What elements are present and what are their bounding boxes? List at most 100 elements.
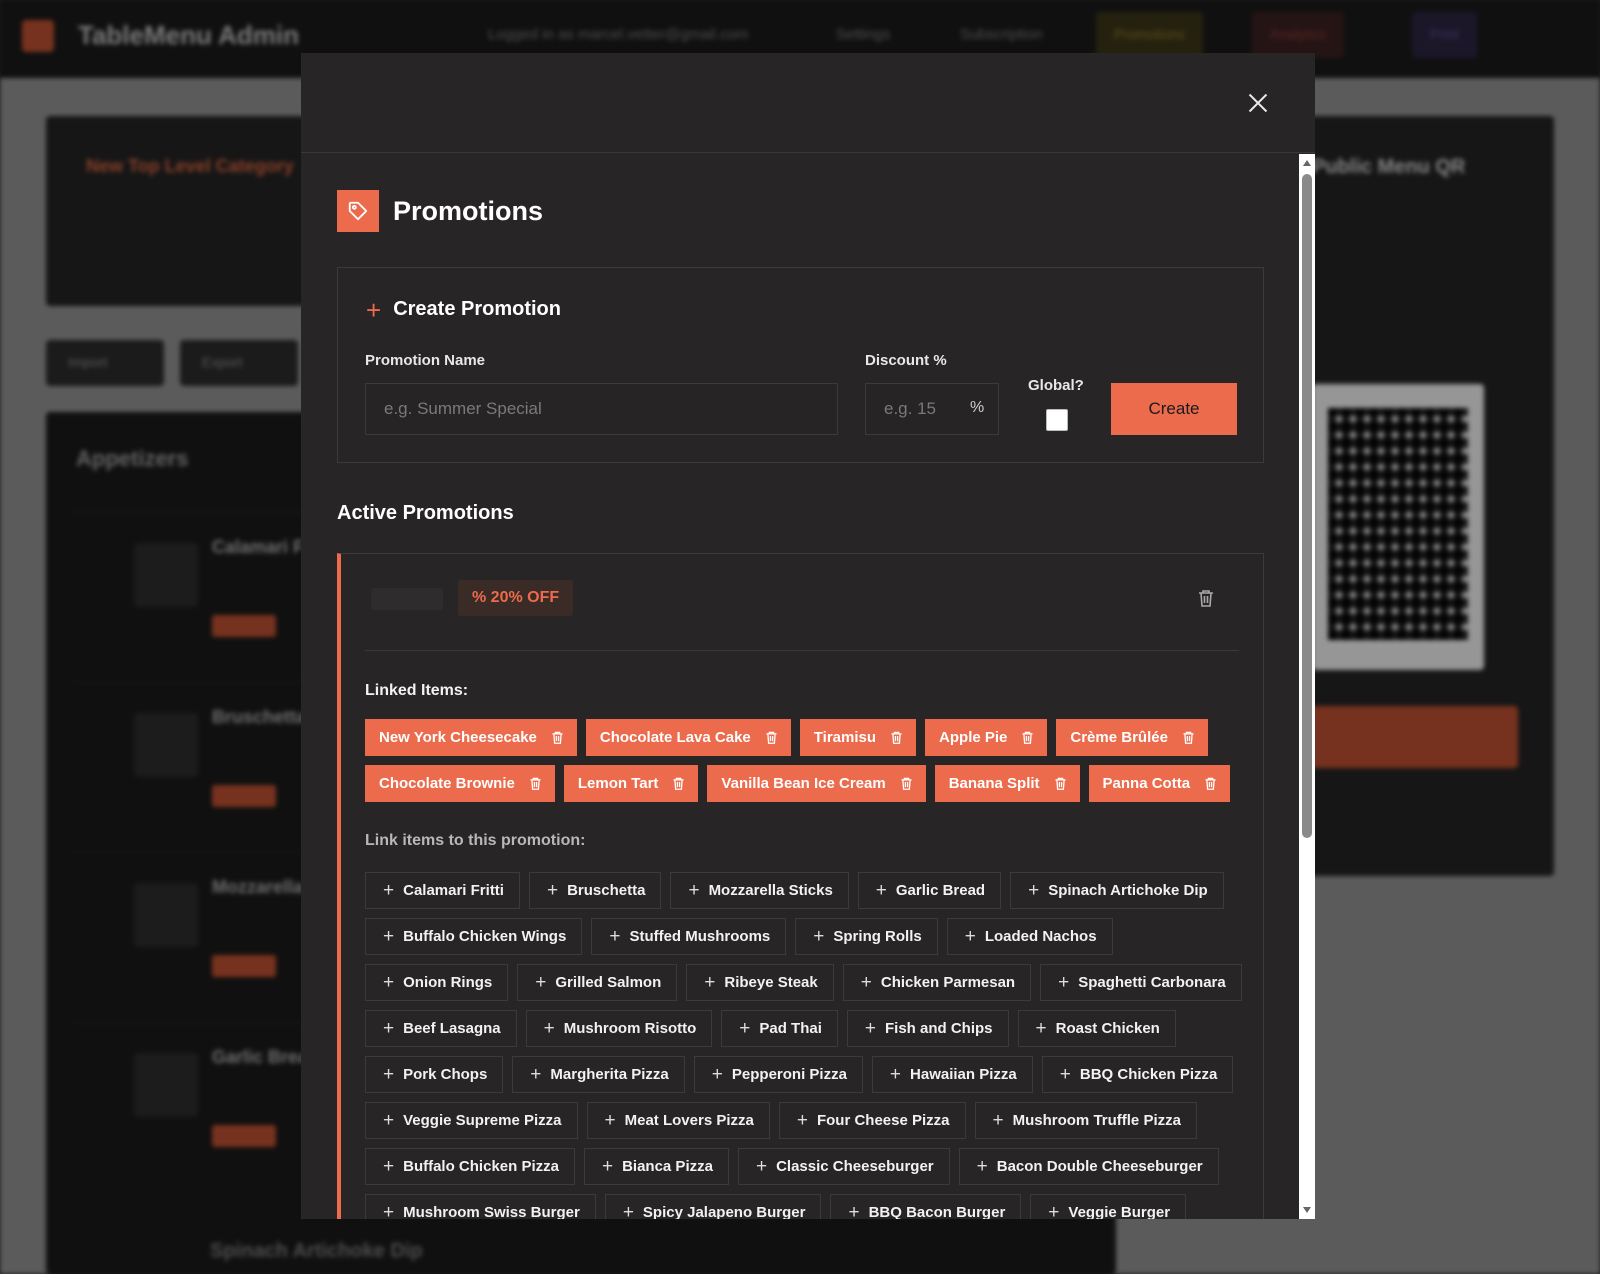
scrollbar-thumb[interactable] — [1302, 174, 1312, 838]
available-item-chip[interactable]: + Calamari Fritti — [365, 872, 520, 909]
tag-icon — [337, 190, 379, 232]
plus-icon: + — [1028, 880, 1040, 901]
plus-icon: + — [860, 972, 872, 993]
available-item-chip[interactable]: + Spring Rolls — [795, 918, 938, 955]
trash-icon[interactable] — [551, 730, 564, 745]
scroll-up-icon[interactable] — [1303, 160, 1311, 166]
available-item-label: Garlic Bread — [895, 882, 986, 899]
available-item-label: Fish and Chips — [885, 1020, 993, 1037]
trash-icon[interactable] — [1204, 776, 1217, 791]
discount-label: Discount % — [865, 352, 947, 369]
trash-icon[interactable] — [1182, 730, 1195, 745]
delete-promotion-button[interactable] — [1197, 588, 1215, 613]
available-item-chip[interactable]: + Grilled Salmon — [517, 964, 678, 1001]
available-item-chip[interactable]: + Veggie Supreme Pizza — [365, 1102, 578, 1139]
plus-icon: + — [755, 1156, 768, 1177]
available-item-label: Mozzarella Sticks — [708, 882, 833, 899]
plus-icon: + — [383, 1064, 395, 1085]
available-item-chip[interactable]: + Buffalo Chicken Pizza — [365, 1148, 575, 1185]
available-item-label: Bianca Pizza — [622, 1158, 713, 1175]
available-item-chip[interactable]: + Fish and Chips — [846, 1010, 1009, 1047]
linked-item-label: Lemon Tart — [577, 775, 659, 792]
available-item-chip[interactable]: + Bruschetta — [528, 872, 662, 909]
trash-icon[interactable] — [672, 776, 685, 791]
available-item-label: Margherita Pizza — [550, 1066, 669, 1083]
available-item-label: Spaghetti Carbonara — [1078, 974, 1226, 991]
available-item-chip[interactable]: + Bacon Double Cheeseburger — [958, 1148, 1219, 1185]
close-icon[interactable] — [1245, 90, 1271, 116]
linked-item-chip[interactable]: Crème Brûlée — [1056, 719, 1208, 756]
available-item-chip[interactable]: + Garlic Bread — [857, 872, 1002, 909]
plus-icon: + — [383, 972, 395, 993]
available-item-chip[interactable]: + Four Cheese Pizza — [778, 1102, 966, 1139]
trash-icon — [1199, 590, 1213, 607]
available-item-chip[interactable]: + Loaded Nachos — [946, 918, 1113, 955]
available-item-chip[interactable]: + Bianca Pizza — [583, 1148, 729, 1185]
promotion-name-input[interactable] — [365, 383, 838, 435]
available-item-chip[interactable]: + Pork Chops — [365, 1056, 504, 1093]
available-item-label: Bruschetta — [567, 882, 646, 899]
available-item-chip[interactable]: + Pepperoni Pizza — [693, 1056, 863, 1093]
available-item-chip[interactable]: + Classic Cheeseburger — [737, 1148, 950, 1185]
create-button[interactable]: Create — [1111, 383, 1237, 435]
available-item-chip[interactable]: + Ribeye Steak — [686, 964, 834, 1001]
available-item-chip[interactable]: + Mushroom Risotto — [525, 1010, 713, 1047]
available-item-chip[interactable]: + Margherita Pizza — [512, 1056, 685, 1093]
trash-icon[interactable] — [890, 730, 903, 745]
plus-icon: + — [848, 1202, 860, 1219]
available-item-chip[interactable]: + Spicy Jalapeno Burger — [604, 1194, 822, 1219]
available-item-chip[interactable]: + Mushroom Swiss Burger — [365, 1194, 596, 1219]
discount-badge: % 20% OFF — [458, 580, 574, 616]
available-item-label: Spring Rolls — [833, 928, 922, 945]
plus-icon: + — [383, 926, 395, 947]
trash-icon[interactable] — [1054, 776, 1067, 791]
linked-item-label: Vanilla Bean Ice Cream — [721, 775, 886, 792]
trash-icon[interactable] — [529, 776, 542, 791]
plus-icon: + — [609, 926, 621, 947]
modal-body: Promotions + Create Promotion Promotion … — [301, 154, 1299, 1219]
linked-item-chip[interactable]: Chocolate Brownie — [365, 765, 555, 802]
modal-scrollbar[interactable] — [1299, 154, 1315, 1219]
trash-icon[interactable] — [900, 776, 913, 791]
plus-icon: + — [1048, 1202, 1060, 1219]
plus-icon: + — [543, 1018, 555, 1039]
linked-item-chip[interactable]: Apple Pie — [925, 719, 1048, 756]
available-item-chip[interactable]: + Veggie Burger — [1030, 1194, 1187, 1219]
linked-item-chip[interactable]: Lemon Tart — [563, 765, 699, 802]
available-item-chip[interactable]: + Stuffed Mushrooms — [591, 918, 787, 955]
available-item-chip[interactable]: + Chicken Parmesan — [842, 964, 1032, 1001]
available-item-chip[interactable]: + BBQ Chicken Pizza — [1041, 1056, 1234, 1093]
linked-item-chip[interactable]: Chocolate Lava Cake — [585, 719, 791, 756]
plus-icon: + — [739, 1018, 751, 1039]
available-item-chip[interactable]: + Pad Thai — [721, 1010, 838, 1047]
available-item-chip[interactable]: + Mozzarella Sticks — [670, 872, 849, 909]
plus-icon: + — [704, 972, 716, 993]
linked-item-chip[interactable]: Banana Split — [934, 765, 1080, 802]
available-item-chip[interactable]: + Beef Lasagna — [365, 1010, 517, 1047]
divider — [365, 650, 1239, 651]
linked-item-chip[interactable]: Panna Cotta — [1088, 765, 1231, 802]
global-checkbox[interactable] — [1046, 409, 1068, 431]
available-item-chip[interactable]: + BBQ Bacon Burger — [830, 1194, 1022, 1219]
available-item-chip[interactable]: + Spaghetti Carbonara — [1040, 964, 1242, 1001]
plus-icon: + — [383, 1156, 395, 1177]
available-item-chip[interactable]: + Spinach Artichoke Dip — [1010, 872, 1224, 909]
available-item-label: Four Cheese Pizza — [816, 1112, 950, 1129]
available-item-chip[interactable]: + Mushroom Truffle Pizza — [974, 1102, 1197, 1139]
available-item-chip[interactable]: + Buffalo Chicken Wings — [365, 918, 583, 955]
available-item-label: Buffalo Chicken Pizza — [403, 1158, 559, 1175]
available-item-chip[interactable]: + Roast Chicken — [1017, 1010, 1176, 1047]
linked-item-chip[interactable]: New York Cheesecake — [365, 719, 577, 756]
linked-item-chip[interactable]: Tiramisu — [799, 719, 917, 756]
available-item-chip[interactable]: + Meat Lovers Pizza — [586, 1102, 770, 1139]
available-item-label: Buffalo Chicken Wings — [403, 928, 567, 945]
trash-icon[interactable] — [765, 730, 778, 745]
linked-item-label: Chocolate Lava Cake — [599, 729, 751, 746]
available-item-chip[interactable]: + Hawaiian Pizza — [871, 1056, 1033, 1093]
available-item-chip[interactable]: + Onion Rings — [365, 964, 509, 1001]
trash-icon[interactable] — [1021, 730, 1034, 745]
linked-item-chip[interactable]: Vanilla Bean Ice Cream — [707, 765, 926, 802]
available-item-label: Stuffed Mushrooms — [629, 928, 771, 945]
available-item-label: BBQ Bacon Burger — [868, 1204, 1006, 1219]
scroll-down-icon[interactable] — [1303, 1207, 1311, 1213]
